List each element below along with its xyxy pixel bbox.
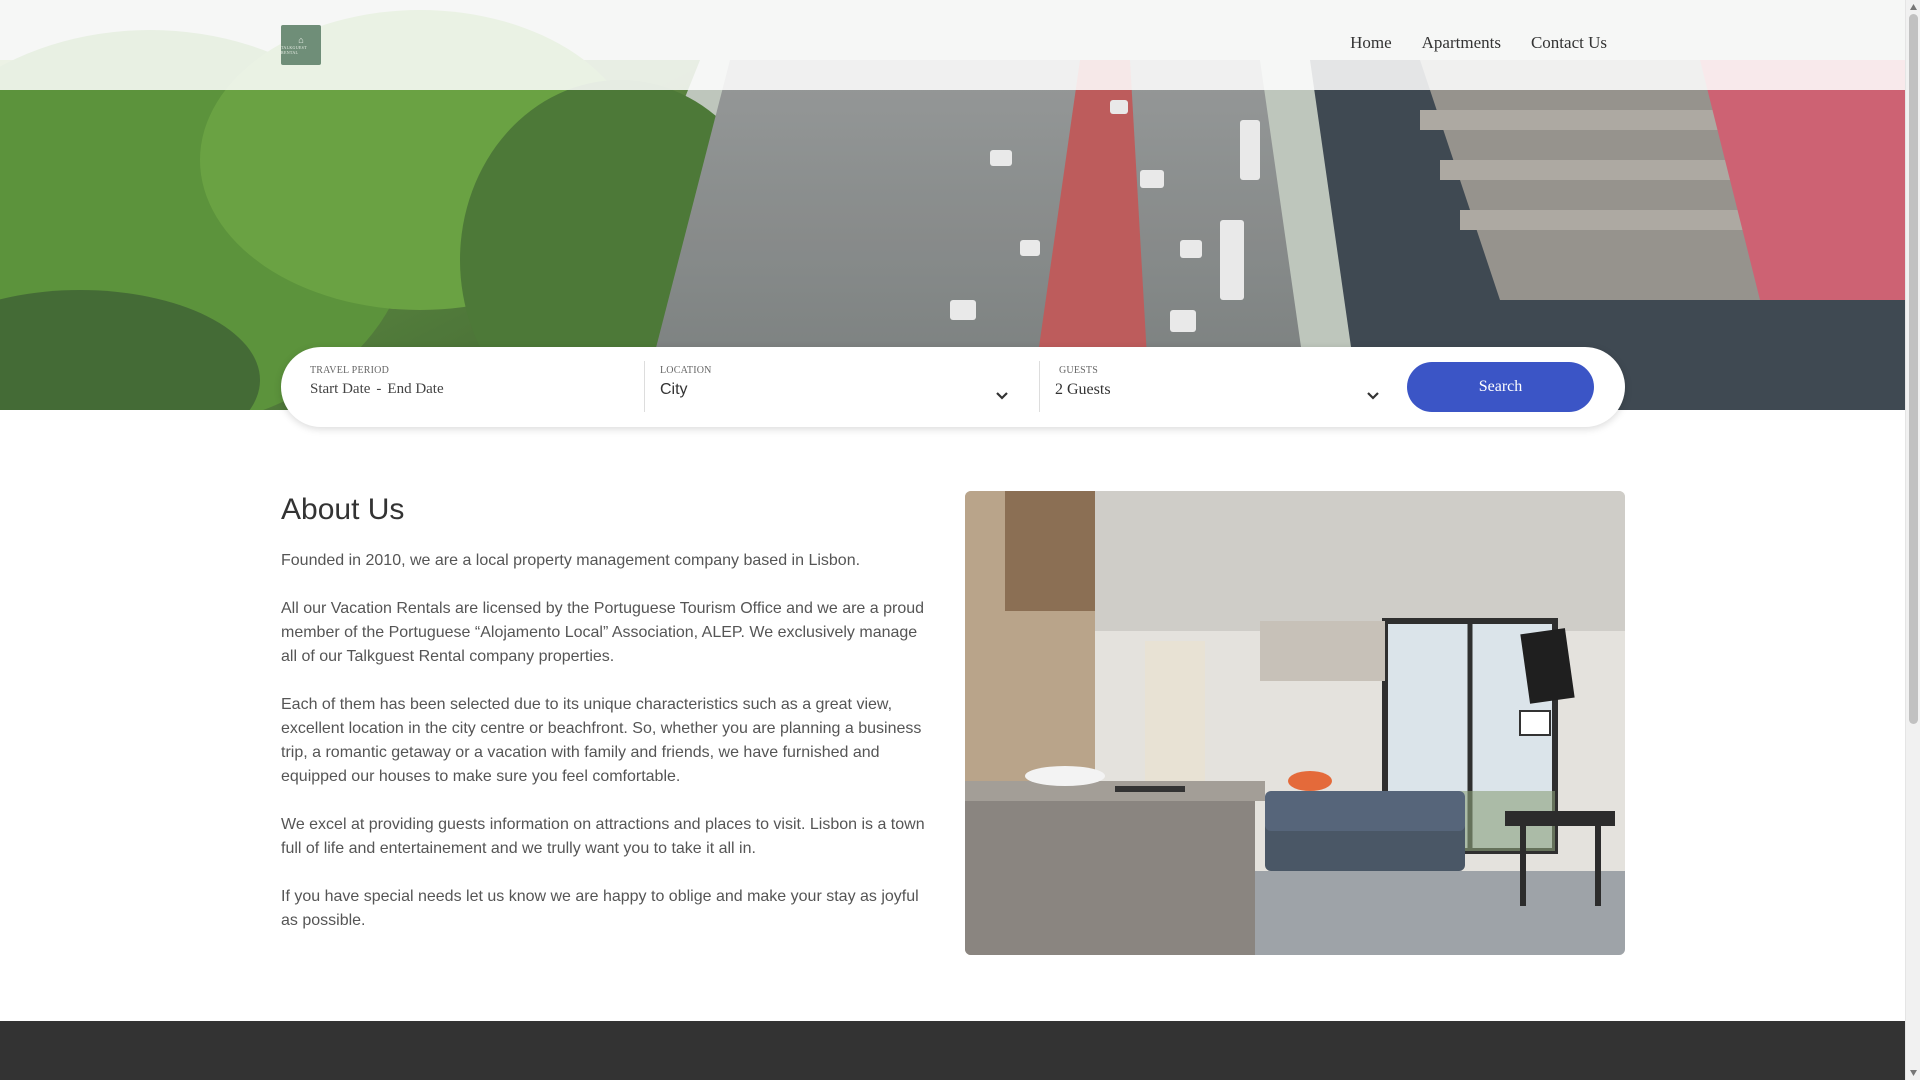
guests-select[interactable]: GUESTS 2 Guests (1055, 362, 1385, 412)
location-select[interactable]: LOCATION City (660, 362, 1025, 412)
site-footer (0, 1021, 1905, 1080)
search-bar: TRAVEL PERIOD Start Date - End Date LOCA… (281, 347, 1625, 427)
house-icon: ⌂ (298, 34, 304, 45)
location-value: City (660, 381, 688, 398)
nav-home-link[interactable]: Home (1350, 33, 1392, 53)
about-text: Founded in 2010, we are a local property… (281, 549, 931, 957)
page-scrollbar[interactable] (1905, 0, 1920, 1080)
main-nav: Home Apartments Contact Us (1350, 33, 1607, 53)
about-title: About Us (281, 493, 405, 526)
site-logo[interactable]: ⌂ TALKGUEST RENTAL (281, 25, 321, 65)
travel-period-field[interactable]: TRAVEL PERIOD Start Date - End Date (310, 362, 625, 412)
guests-label: GUESTS (1059, 365, 1098, 376)
end-date-input[interactable]: End Date (387, 381, 443, 398)
scroll-down-arrow-icon[interactable] (1909, 1068, 1918, 1078)
chevron-down-icon (1367, 392, 1379, 400)
search-button[interactable]: Search (1407, 362, 1594, 412)
site-header: ⌂ TALKGUEST RENTAL Home Apartments Conta… (0, 0, 1905, 90)
about-paragraph: If you have special needs let us know we… (281, 888, 919, 929)
divider (1039, 361, 1040, 412)
date-separator: - (376, 381, 382, 397)
logo-text: TALKGUEST RENTAL (281, 44, 307, 55)
about-paragraph: Founded in 2010, we are a local property… (281, 552, 861, 569)
scroll-up-arrow-icon[interactable] (1909, 2, 1918, 12)
about-paragraph: Each of them has been selected due to it… (281, 696, 922, 785)
about-paragraph: All our Vacation Rentals are licensed by… (281, 600, 925, 665)
nav-apartments-link[interactable]: Apartments (1422, 33, 1501, 53)
scrollbar-thumb[interactable] (1909, 14, 1918, 724)
travel-period-label: TRAVEL PERIOD (310, 365, 389, 376)
date-range: Start Date - End Date (310, 381, 625, 398)
guests-value: 2 Guests (1055, 381, 1111, 398)
apartment-photo (965, 491, 1625, 955)
location-label: LOCATION (660, 365, 712, 376)
chevron-down-icon (996, 392, 1008, 400)
nav-contact-link[interactable]: Contact Us (1531, 33, 1607, 53)
about-paragraph: We excel at providing guests information… (281, 816, 925, 857)
divider (644, 361, 645, 412)
start-date-input[interactable]: Start Date (310, 381, 370, 398)
apartment-interior-image (965, 491, 1625, 955)
